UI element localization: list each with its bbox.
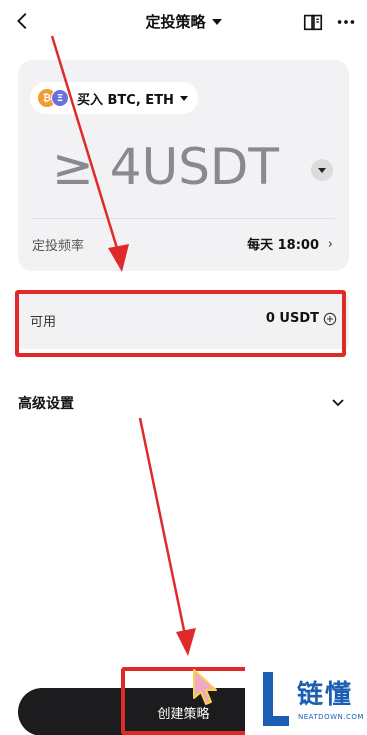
amount-input[interactable]: ≥ 4USDT — [52, 138, 279, 196]
top-bar: 定投策略 — [0, 0, 367, 46]
eth-coin-icon: Ξ — [51, 89, 69, 107]
watermark: 链懂 NEATDOWN.COM — [245, 660, 367, 735]
asset-selector-label: 买入 BTC, ETH — [77, 92, 174, 108]
frequency-label: 定投频率 — [32, 239, 85, 254]
amount-dropdown-button[interactable] — [311, 159, 333, 181]
asset-selector[interactable]: ₿ Ξ 买入 BTC, ETH — [30, 82, 198, 114]
caret-down-icon — [179, 95, 188, 101]
watermark-logo-icon — [263, 672, 289, 726]
annotation-highlight-available — [15, 290, 346, 357]
divider — [32, 218, 335, 219]
watermark-name: 链懂 — [297, 680, 354, 710]
more-horizontal-icon[interactable] — [335, 11, 357, 33]
chevron-down-icon[interactable] — [330, 394, 346, 410]
watermark-domain: NEATDOWN.COM — [298, 713, 364, 721]
chevron-right-icon[interactable]: › — [328, 237, 333, 252]
book-icon[interactable] — [302, 11, 324, 33]
strategy-card: ₿ Ξ 买入 BTC, ETH ≥ 4USDT 定投频率 每天 18:00 › — [18, 60, 349, 271]
annotation-arrow-bottom — [138, 417, 196, 656]
frequency-value[interactable]: 每天 18:00 — [247, 234, 319, 253]
cursor-pointer-icon — [193, 669, 217, 705]
advanced-settings-label[interactable]: 高级设置 — [18, 393, 74, 413]
annotation-highlight-create — [121, 667, 251, 735]
page-title: 定投策略 — [145, 13, 206, 31]
caret-down-icon — [318, 167, 326, 173]
caret-down-icon — [211, 19, 222, 25]
